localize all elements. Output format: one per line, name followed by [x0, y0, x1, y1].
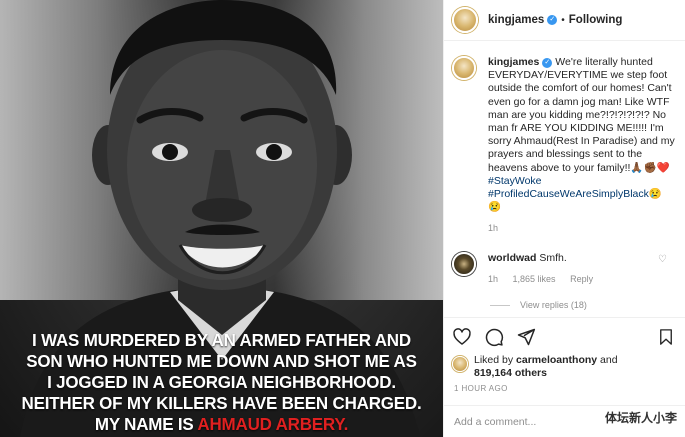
comment-likes[interactable]: 1,865 likes	[513, 274, 556, 284]
hashtag-profiled[interactable]: #ProfiledCauseWeAreSimplyBlack	[488, 188, 649, 200]
caption-line-2: SON WHO HUNTED ME DOWN AND SHOT ME AS	[26, 351, 417, 371]
post-actions: Liked by carmeloanthony and 819,164 othe…	[444, 317, 685, 405]
watermark-text: 体坛新人小李	[604, 411, 677, 425]
header-separator: •	[561, 14, 565, 26]
post-header: kingjames ✓ • Following	[444, 0, 685, 41]
liker-avatar[interactable]	[452, 356, 468, 372]
caption-name-prefix: MY NAME IS	[94, 414, 198, 434]
add-comment-placeholder: Add a comment...	[454, 415, 537, 428]
liked-by: Liked by carmeloanthony and 819,164 othe…	[452, 354, 677, 380]
liked-by-prefix: Liked by	[474, 354, 517, 366]
caption-victim-name: AHMAUD ARBERY.	[197, 414, 349, 434]
like-heart-icon[interactable]	[452, 327, 472, 347]
caption-line-3: I JOGGED IN A GEORGIA NEIGHBORHOOD.	[47, 372, 396, 392]
post-photo[interactable]: I WAS MURDERED BY AN ARMED FATHER AND SO…	[0, 0, 443, 437]
caption-text: We're literally hunted EVERYDAY/EVERYTIM…	[488, 56, 675, 174]
bookmark-icon[interactable]	[657, 327, 675, 347]
author-caption: kingjames ✓ We're literally hunted EVERYD…	[452, 56, 675, 236]
post-sidebar: kingjames ✓ • Following kingjames ✓ We're…	[443, 0, 685, 437]
caption-line-1: I WAS MURDERED BY AN ARMED FATHER AND	[32, 330, 411, 350]
comments-section[interactable]: kingjames ✓ We're literally hunted EVERYD…	[444, 42, 685, 317]
liked-by-others[interactable]: 819,164 others	[474, 367, 547, 379]
commenter-avatar[interactable]	[452, 251, 476, 276]
comment-reply-button[interactable]: Reply	[570, 274, 593, 284]
caption-username[interactable]: kingjames	[488, 56, 539, 68]
post-timestamp[interactable]: 1 HOUR AGO	[454, 384, 677, 393]
verified-badge-icon: ✓	[542, 58, 553, 68]
comment-like-heart-icon[interactable]: ♡	[658, 254, 667, 265]
comment-text: Smfh.	[536, 251, 567, 264]
comment-time[interactable]: 1h	[488, 274, 498, 284]
author-avatar[interactable]	[452, 7, 478, 33]
view-replies-button[interactable]: View replies (18)	[490, 300, 675, 310]
comment-bubble-icon[interactable]	[484, 327, 504, 347]
verified-badge-icon: ✓	[547, 15, 558, 25]
comment-item: worldwad Smfh. 1h 1,865 likes Reply ♡	[452, 251, 675, 286]
replies-dash	[490, 304, 510, 306]
caption-line-4: NEITHER OF MY KILLERS HAVE BEEN CHARGED.	[21, 393, 422, 413]
liked-by-user[interactable]: carmeloanthony	[516, 354, 597, 366]
hashtag-stay-woke[interactable]: #StayWoke	[488, 175, 542, 187]
author-username[interactable]: kingjames	[488, 14, 544, 26]
commenter-username[interactable]: worldwad	[488, 252, 536, 264]
photo-caption: I WAS MURDERED BY AN ARMED FATHER AND SO…	[7, 330, 437, 435]
following-button[interactable]: Following	[569, 14, 623, 26]
caption-time[interactable]: 1h	[488, 223, 498, 233]
caption-line-5: MY NAME IS AHMAUD ARBERY.	[7, 414, 437, 435]
share-paper-plane-icon[interactable]	[516, 327, 536, 347]
caption-avatar[interactable]	[452, 56, 476, 80]
liked-by-and: and	[597, 354, 618, 366]
view-replies-label: View replies (18)	[520, 300, 587, 311]
